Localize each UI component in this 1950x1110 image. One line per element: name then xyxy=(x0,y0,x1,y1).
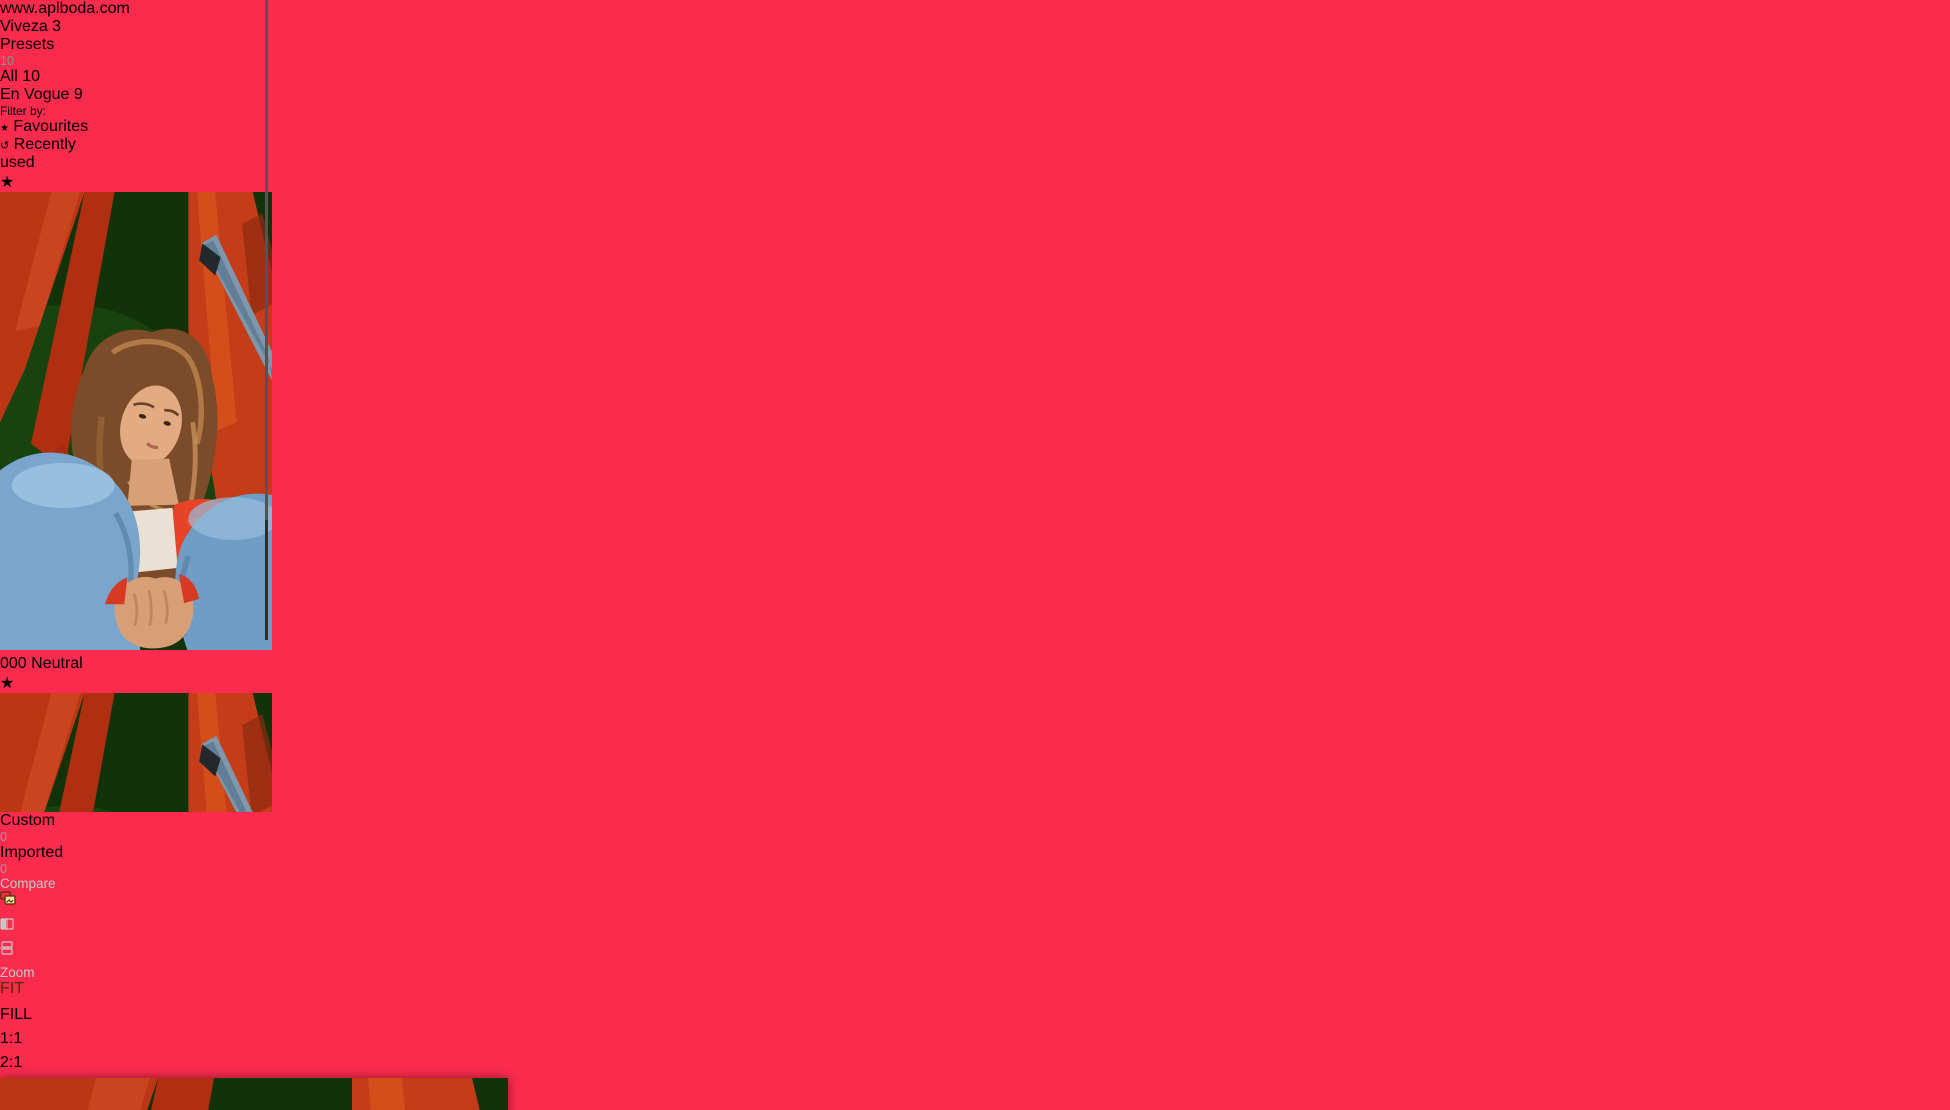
star-icon: ★ xyxy=(0,123,9,134)
preset-scrollbar-thumb[interactable] xyxy=(265,0,268,520)
desktop-wallpaper xyxy=(18,12,1932,1094)
favourite-star-icon[interactable]: ★ xyxy=(0,675,14,692)
desktop: www.aplboda.com Viveza 3 Presets 10 All … xyxy=(0,0,1950,1110)
compare-overlay-icon xyxy=(0,891,16,905)
history-icon: ↺ xyxy=(0,140,10,152)
split-horizontal-icon xyxy=(0,941,14,955)
favourite-star-icon[interactable]: ★ xyxy=(0,174,14,191)
split-vertical-icon xyxy=(0,918,14,930)
